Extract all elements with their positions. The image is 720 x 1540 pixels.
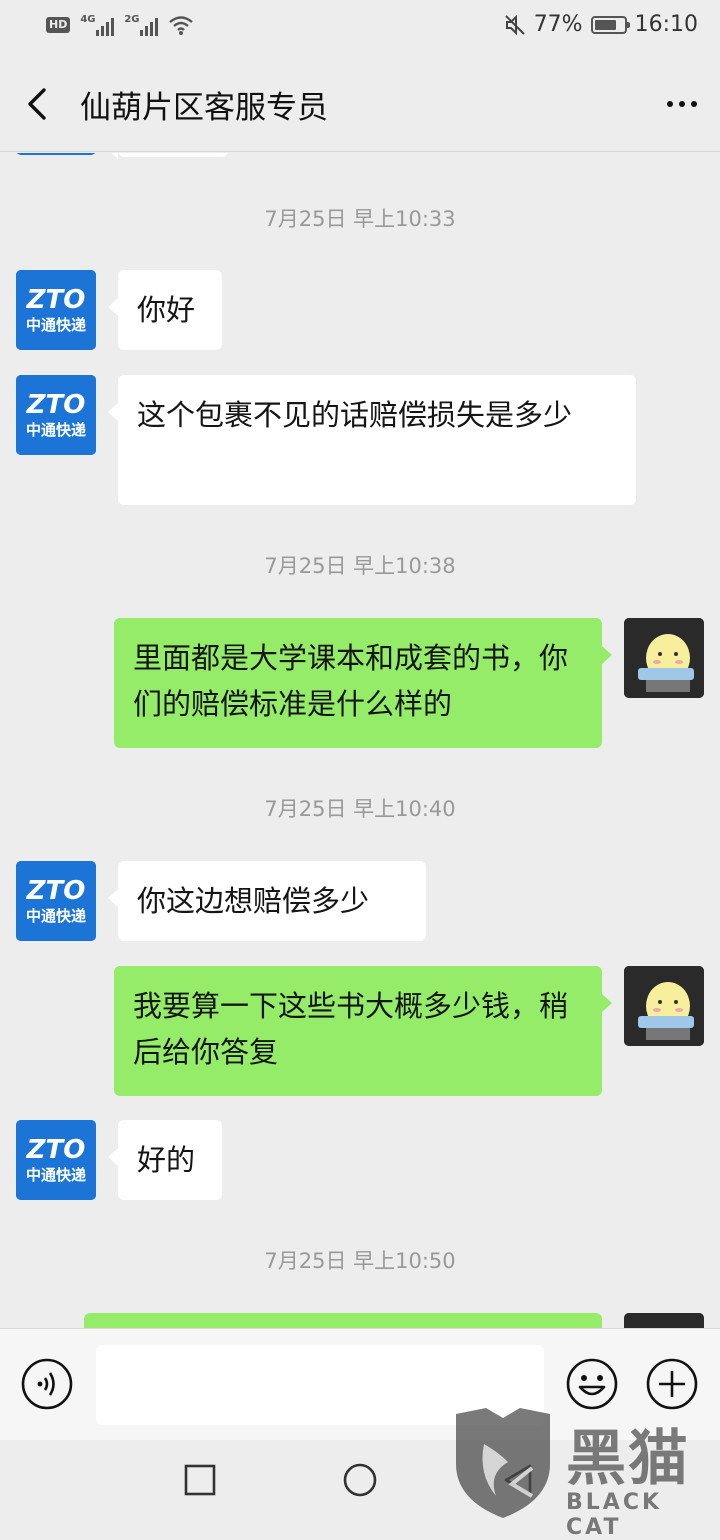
zto-logo-icon: ZTO 中通快递 <box>16 270 96 350</box>
mute-icon <box>504 14 525 35</box>
zto-logo-text: ZTO <box>26 285 86 315</box>
status-bar: HD 4G 2G 77% 16:10 <box>0 0 720 56</box>
nav-recents-icon[interactable] <box>184 1464 216 1496</box>
timestamp: 7月25日 早上10:33 <box>264 207 456 231</box>
message-bubble-incoming[interactable]: 你好 <box>108 270 222 350</box>
zto-avatar[interactable]: ZTO 中通快递 <box>16 861 96 941</box>
timestamp: 7月25日 早上10:38 <box>264 554 456 578</box>
status-bar-right: 77% 16:10 <box>504 12 698 37</box>
zto-avatar-partial[interactable] <box>16 153 96 155</box>
zto-brand-text: 中通快递 <box>26 316 86 334</box>
zto-logo-icon: ZTO 中通快递 <box>16 1120 96 1200</box>
signal-2g-icon: 2G <box>124 14 159 36</box>
battery-icon <box>590 15 630 34</box>
status-bar-left: HD 4G 2G <box>46 14 194 36</box>
signal-4g-icon: 4G <box>80 14 115 36</box>
wifi-icon <box>169 16 194 35</box>
plus-icon[interactable] <box>645 1357 699 1411</box>
zto-logo-text: ZTO <box>26 390 86 420</box>
black-cat-watermark: 黑猫 BLACK CAT <box>448 1404 720 1540</box>
message-bubble-outgoing-partial[interactable] <box>84 1313 602 1328</box>
message-bubble-incoming[interactable]: 好的 <box>108 1120 222 1200</box>
timestamp: 7月25日 早上10:50 <box>264 1249 456 1273</box>
message-bubble-outgoing[interactable]: 里面都是大学课本和成套的书，你们的赔偿标准是什么样的 <box>114 618 612 748</box>
signal-2g-label: 2G <box>124 14 140 25</box>
zto-brand-text: 中通快递 <box>26 907 86 925</box>
chat-message-list[interactable]: 7月25日 早上10:33 ZTO 中通快递 你好 ZTO 中通快递 这个包裹不… <box>0 153 720 1328</box>
watermark-title: 黑猫 <box>566 1424 690 1494</box>
message-bubble-incoming[interactable]: 这个包裹不见的话赔偿损失是多少 <box>108 375 636 505</box>
user-avatar[interactable] <box>624 618 704 698</box>
zto-logo-icon: ZTO 中通快递 <box>16 861 96 941</box>
zto-avatar[interactable]: ZTO 中通快递 <box>16 375 96 455</box>
clock: 16:10 <box>634 12 698 37</box>
battery-percent: 77% <box>533 12 583 37</box>
user-avatar-image <box>624 618 704 698</box>
watermark-subtitle: BLACK CAT <box>566 1490 663 1540</box>
message-bubble-incoming[interactable]: 你这边想赔偿多少 <box>108 861 426 941</box>
user-avatar-partial[interactable] <box>624 1313 704 1328</box>
timestamp: 7月25日 早上10:40 <box>264 797 456 821</box>
battery-fill <box>594 19 617 30</box>
emoji-icon[interactable] <box>565 1357 619 1411</box>
message-bubble-partial[interactable] <box>108 153 228 159</box>
chat-header: 仙葫片区客服专员 <box>0 56 720 152</box>
user-avatar[interactable] <box>624 966 704 1046</box>
zto-avatar[interactable]: ZTO 中通快递 <box>16 270 96 350</box>
zto-avatar[interactable]: ZTO 中通快递 <box>16 1120 96 1200</box>
nav-home-icon[interactable] <box>342 1462 378 1498</box>
zto-logo-text: ZTO <box>26 876 86 906</box>
message-bubble-outgoing[interactable]: 我要算一下这些书大概多少钱，稍后给你答复 <box>114 966 612 1096</box>
zto-brand-text: 中通快递 <box>26 421 86 439</box>
zto-brand-text: 中通快递 <box>26 1166 86 1184</box>
user-avatar-image <box>624 1313 704 1328</box>
chat-title: 仙葫片区客服专员 <box>80 90 328 126</box>
more-options-icon[interactable] <box>662 86 702 122</box>
hd-badge: HD <box>46 17 71 33</box>
back-arrow-icon[interactable] <box>22 86 58 122</box>
zto-logo-icon: ZTO 中通快递 <box>16 375 96 455</box>
user-avatar-image <box>624 966 704 1046</box>
voice-icon[interactable] <box>20 1357 74 1411</box>
zto-logo-text: ZTO <box>26 1135 86 1165</box>
black-cat-shield-icon <box>456 1408 550 1518</box>
signal-4g-label: 4G <box>80 14 96 25</box>
